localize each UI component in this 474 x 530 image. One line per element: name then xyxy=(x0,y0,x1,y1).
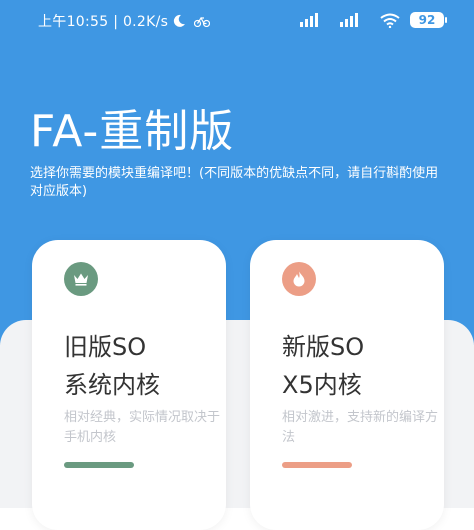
card-subtitle: 相对经典，实际情况取决于手机内核 xyxy=(64,410,221,445)
crown-icon xyxy=(64,262,98,296)
card-accent-bar xyxy=(64,462,134,468)
battery-icon: 92 xyxy=(410,12,447,28)
page-title: FA-重制版 xyxy=(30,106,235,157)
page-description: 选择你需要的模块重编译吧！(不同版本的优缺点不同，请自行斟酌使用对应版本) xyxy=(30,166,439,199)
card-subtitle: 相对激进，支持新的编译方法 xyxy=(282,410,439,445)
signal-icon xyxy=(300,13,318,27)
status-right: 92 xyxy=(300,12,447,28)
card-new-so[interactable]: 新版SO X5内核 相对激进，支持新的编译方法 xyxy=(250,240,444,530)
status-time-speed: 上午10:55 | 0.2K/s xyxy=(38,14,169,30)
bike-icon xyxy=(194,16,211,27)
card-accent-bar xyxy=(282,462,352,468)
card-title: 旧版SO 系统内核 xyxy=(64,333,160,399)
signal-icon-2 xyxy=(340,13,358,27)
flame-icon xyxy=(282,262,316,296)
card-legacy-so[interactable]: 旧版SO 系统内核 相对经典，实际情况取决于手机内核 xyxy=(32,240,226,530)
card-title: 新版SO X5内核 xyxy=(282,333,365,399)
moon-icon xyxy=(174,14,186,27)
status-left: 上午10:55 | 0.2K/s xyxy=(38,11,211,31)
wifi-icon xyxy=(380,13,400,28)
status-bar: 上午10:55 | 0.2K/s 92 xyxy=(0,0,474,40)
